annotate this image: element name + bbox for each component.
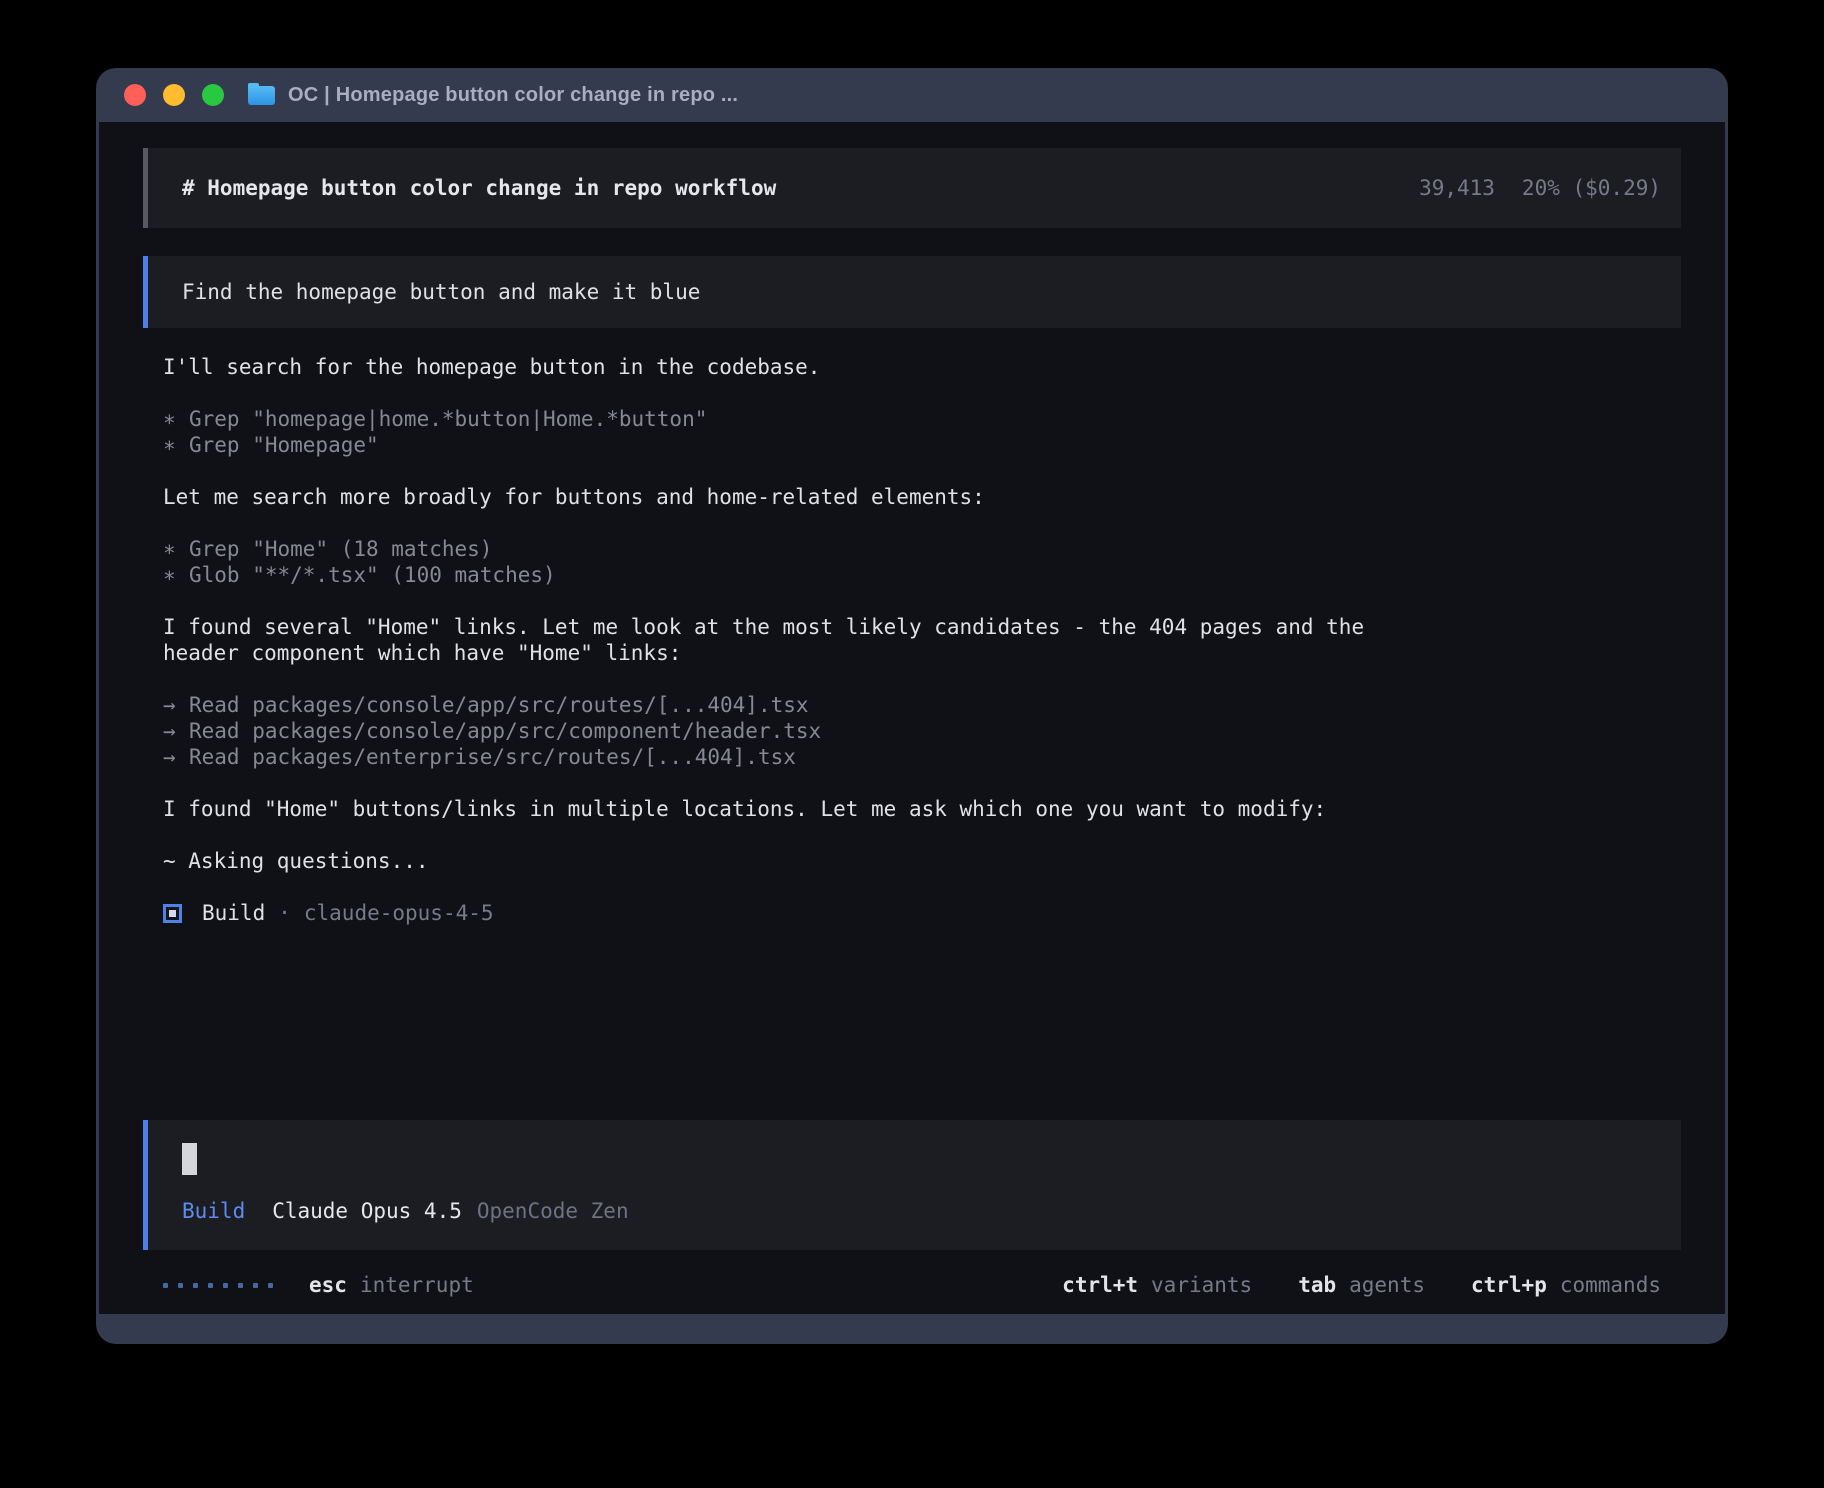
tool-call-grep: ∗ Grep "homepage|home.*button|Home.*butt… (163, 406, 1661, 432)
terminal-window: OC | Homepage button color change in rep… (96, 68, 1728, 1344)
tool-call-read: → Read packages/console/app/src/routes/[… (163, 692, 1661, 718)
titlebar[interactable]: OC | Homepage button color change in rep… (99, 68, 1725, 122)
hint-variants[interactable]: ctrl+t variants (1062, 1272, 1252, 1298)
asterisk-icon: ∗ (163, 406, 189, 432)
prompt-input[interactable]: Build Claude Opus 4.5 OpenCode Zen (143, 1120, 1681, 1250)
input-meta-row: Build Claude Opus 4.5 OpenCode Zen (182, 1198, 1681, 1224)
tool-call-group: → Read packages/console/app/src/routes/[… (163, 692, 1661, 770)
text-cursor (182, 1143, 197, 1175)
user-message-text: Find the homepage button and make it blu… (182, 279, 700, 305)
window-title: OC | Homepage button color change in rep… (288, 84, 738, 107)
key-tab: tab (1298, 1272, 1336, 1298)
tool-call-text: Read packages/console/app/src/routes/[..… (189, 692, 809, 718)
tool-call-group: ∗ Grep "homepage|home.*button|Home.*butt… (163, 406, 1661, 458)
tool-call-text: Grep "Homepage" (189, 432, 379, 458)
token-count: 39,413 (1419, 175, 1495, 201)
assistant-paragraph: Let me search more broadly for buttons a… (163, 484, 1433, 510)
session-stats: 39,413 20% ($0.29) (1419, 175, 1661, 201)
assistant-paragraph: I found several "Home" links. Let me loo… (163, 614, 1433, 666)
tool-call-glob: ∗ Glob "**/*.tsx" (100 matches) (163, 562, 1661, 588)
asterisk-icon: ∗ (163, 432, 189, 458)
shortcut-hints: ctrl+t variants tab agents ctrl+p comman… (1062, 1272, 1661, 1298)
tool-call-grep: ∗ Grep "Home" (18 matches) (163, 536, 1661, 562)
folder-icon (248, 86, 275, 105)
assistant-response: I'll search for the homepage button in t… (163, 328, 1661, 926)
hint-label: variants (1151, 1272, 1252, 1298)
session-title: # Homepage button color change in repo w… (182, 175, 776, 201)
hint-agents[interactable]: tab agents (1298, 1272, 1425, 1298)
arrow-right-icon: → (163, 692, 189, 718)
footer-bar: esc interrupt ctrl+t variants tab agents… (163, 1272, 1661, 1298)
tool-call-grep: ∗ Grep "Homepage" (163, 432, 1661, 458)
provider-label: OpenCode Zen (477, 1198, 629, 1224)
assistant-paragraph: I found "Home" buttons/links in multiple… (163, 796, 1433, 822)
traffic-lights (124, 84, 224, 106)
hint-label: agents (1349, 1272, 1425, 1298)
hint-commands[interactable]: ctrl+p commands (1471, 1272, 1661, 1298)
tool-call-text: Grep "Home" (18 matches) (189, 536, 492, 562)
hint-interrupt[interactable]: esc interrupt (309, 1272, 474, 1298)
tool-call-text: Glob "**/*.tsx" (100 matches) (189, 562, 556, 588)
agent-status-row: Build · claude-opus-4-5 (163, 900, 1661, 926)
progress-dots-icon (163, 1283, 273, 1288)
close-button[interactable] (124, 84, 146, 106)
session-header: # Homepage button color change in repo w… (143, 148, 1681, 228)
tool-call-text: Read packages/enterprise/src/routes/[...… (189, 744, 796, 770)
context-usage: 20% ($0.29) (1522, 175, 1661, 201)
tool-call-text: Read packages/console/app/src/component/… (189, 718, 821, 744)
key-ctrl-t: ctrl+t (1062, 1272, 1138, 1298)
assistant-paragraph: I'll search for the homepage button in t… (163, 354, 1433, 380)
working-status: ~ Asking questions... (163, 848, 1661, 874)
agent-model: claude-opus-4-5 (304, 900, 494, 926)
tool-call-read: → Read packages/console/app/src/componen… (163, 718, 1661, 744)
user-message: Find the homepage button and make it blu… (143, 256, 1681, 328)
terminal-content: # Homepage button color change in repo w… (99, 122, 1725, 1314)
hint-label: interrupt (360, 1272, 474, 1298)
arrow-right-icon: → (163, 744, 189, 770)
agent-build-icon (163, 904, 182, 923)
arrow-right-icon: → (163, 718, 189, 744)
dot-separator: · (278, 900, 291, 926)
tool-call-read: → Read packages/enterprise/src/routes/[.… (163, 744, 1661, 770)
asterisk-icon: ∗ (163, 536, 189, 562)
tool-call-text: Grep "homepage|home.*button|Home.*button… (189, 406, 707, 432)
tool-call-group: ∗ Grep "Home" (18 matches) ∗ Glob "**/*.… (163, 536, 1661, 588)
key-esc: esc (309, 1272, 347, 1298)
asterisk-icon: ∗ (163, 562, 189, 588)
mode-label[interactable]: Build (182, 1198, 245, 1224)
minimize-button[interactable] (163, 84, 185, 106)
zoom-button[interactable] (202, 84, 224, 106)
model-label[interactable]: Claude Opus 4.5 (272, 1198, 462, 1224)
key-ctrl-p: ctrl+p (1471, 1272, 1547, 1298)
agent-name: Build (202, 900, 265, 926)
hint-label: commands (1560, 1272, 1661, 1298)
